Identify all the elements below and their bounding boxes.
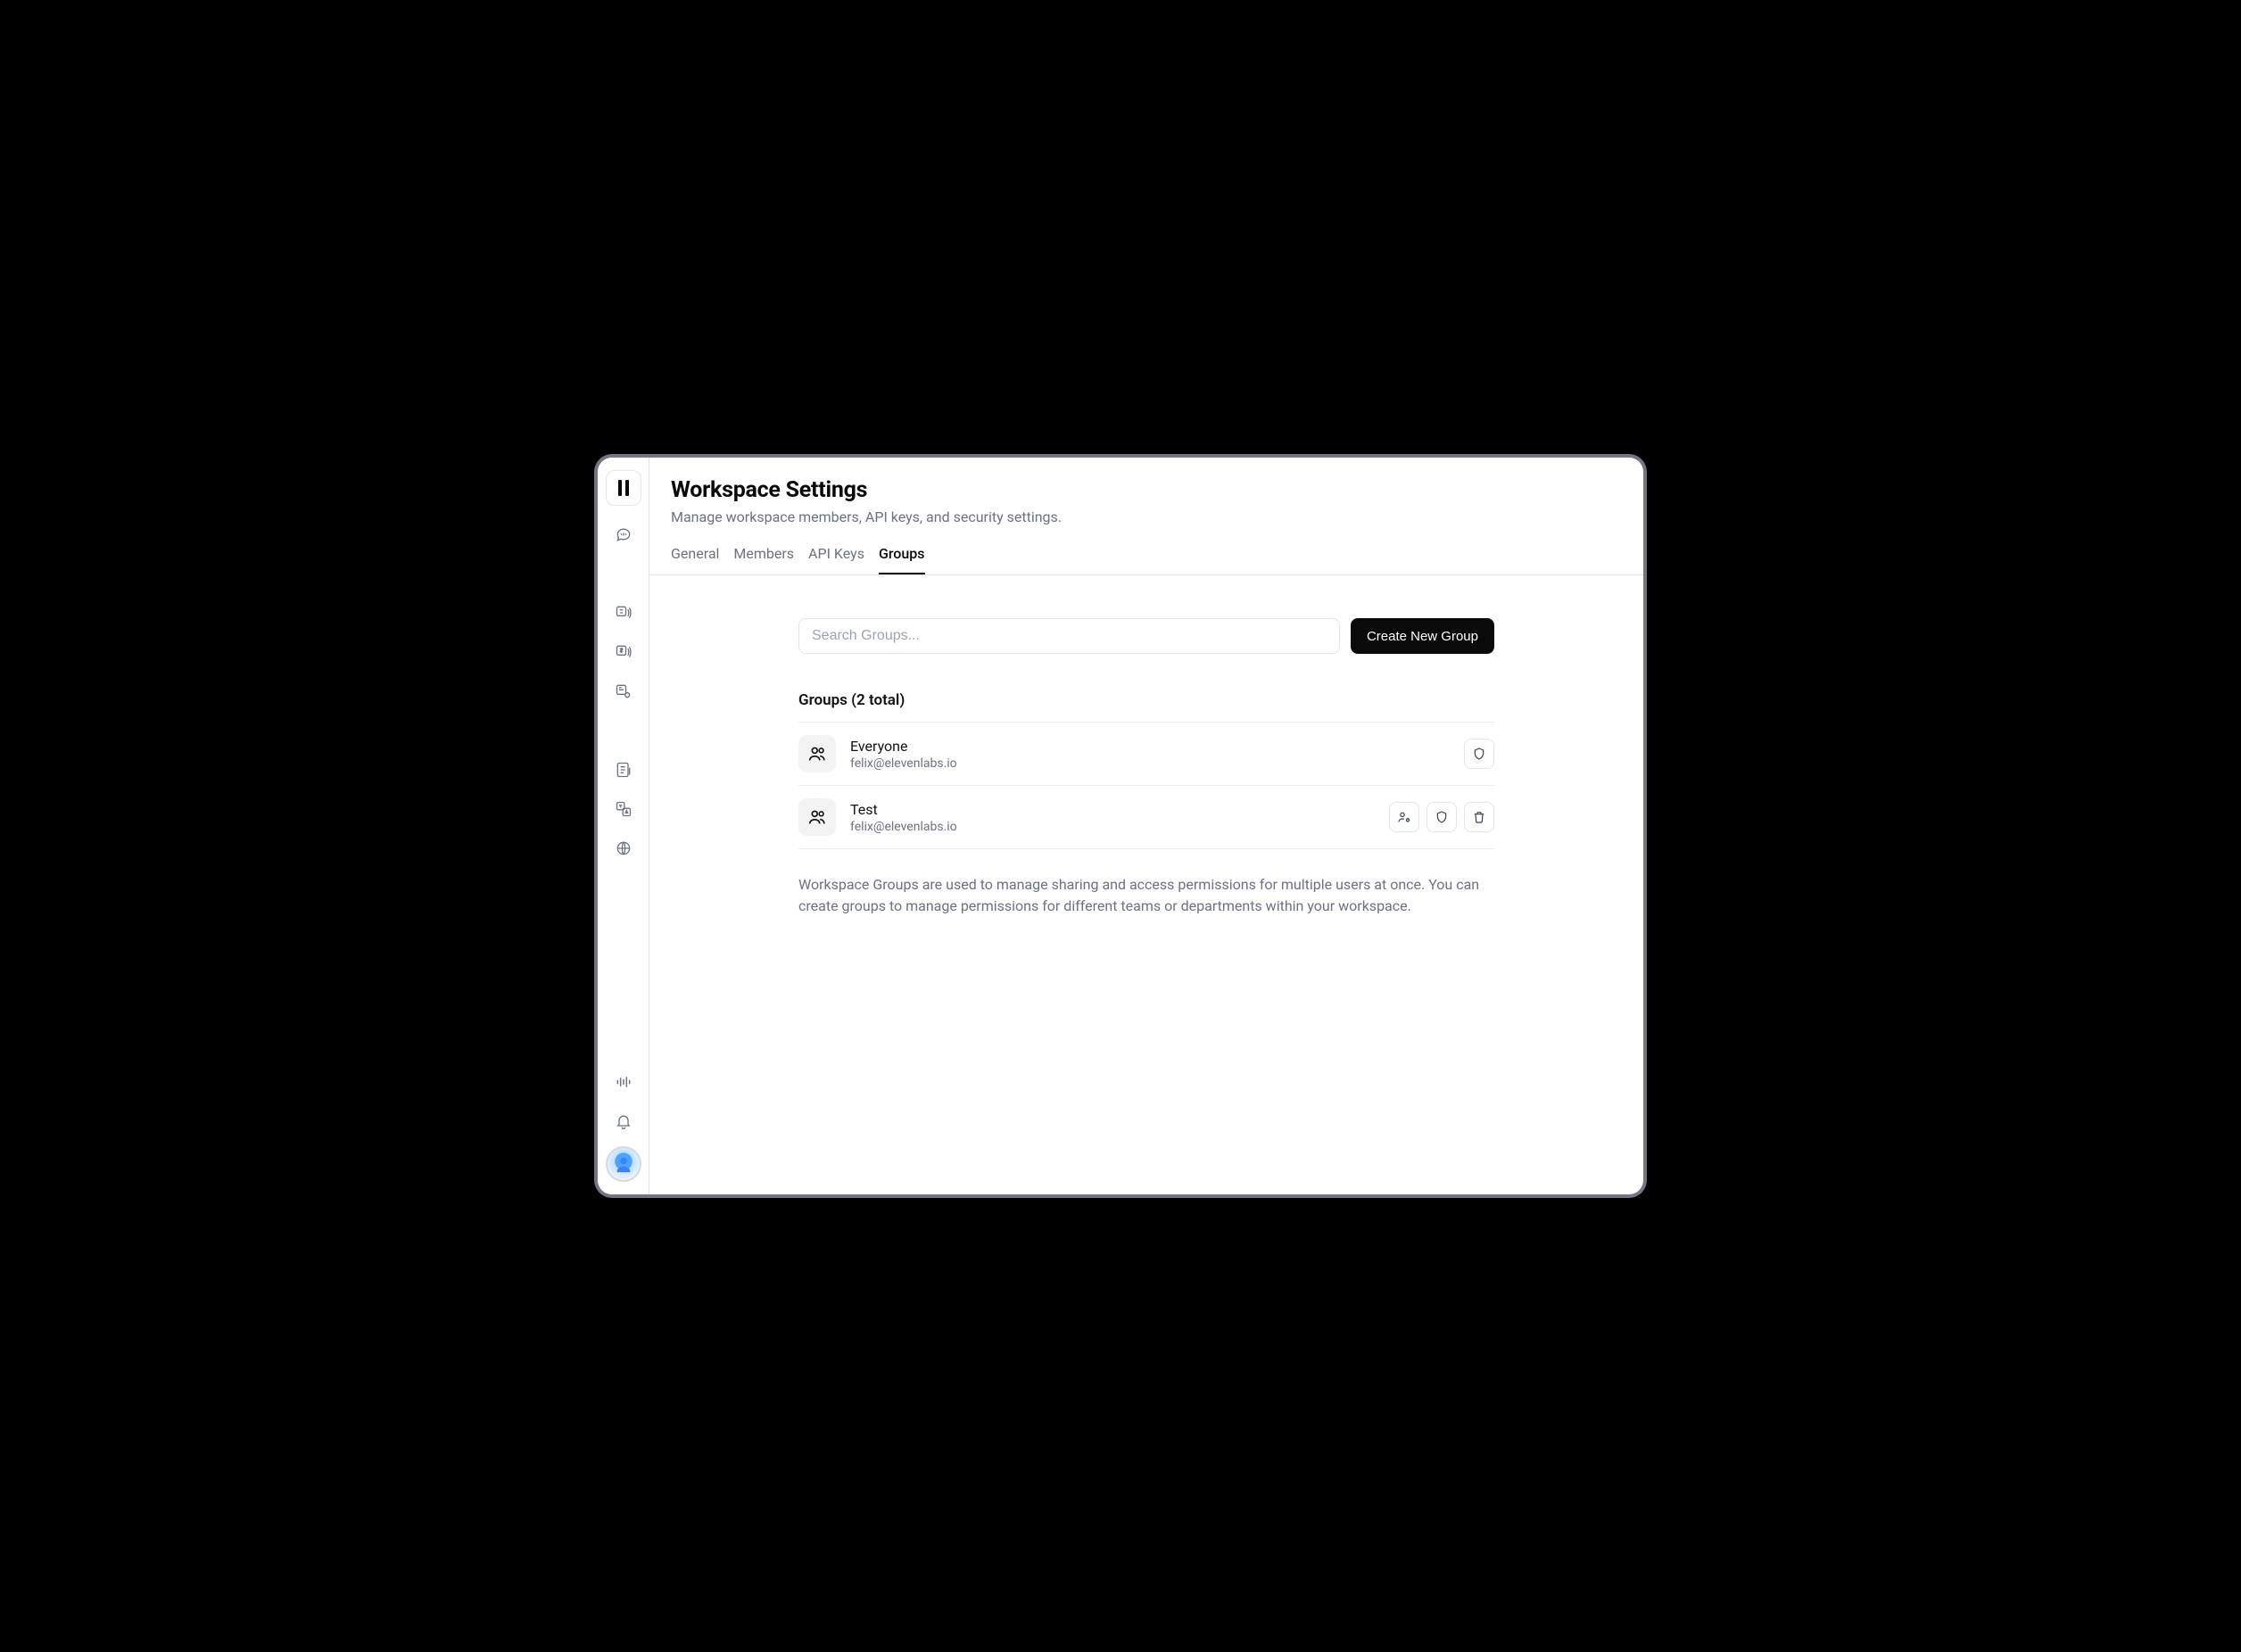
avatar-person-icon bbox=[614, 1154, 633, 1174]
content: Create New Group Groups (2 total) Everyo… bbox=[649, 575, 1643, 1194]
waveform-icon bbox=[615, 1073, 633, 1091]
manage-members-button[interactable] bbox=[1389, 802, 1419, 832]
group-info: Test felix@elevenlabs.io bbox=[850, 801, 1375, 834]
user-avatar[interactable] bbox=[606, 1146, 641, 1182]
dollar-sound-icon bbox=[615, 643, 633, 661]
group-owner: felix@elevenlabs.io bbox=[850, 820, 1375, 834]
users-icon bbox=[807, 807, 827, 827]
sidebar-item-doc[interactable] bbox=[606, 752, 641, 788]
search-input[interactable] bbox=[798, 618, 1340, 654]
translate-icon bbox=[615, 800, 633, 818]
project-gear-icon bbox=[615, 682, 633, 700]
group-name: Test bbox=[850, 801, 1375, 818]
group-actions bbox=[1464, 739, 1494, 769]
main: Workspace Settings Manage workspace memb… bbox=[649, 458, 1643, 1194]
sidebar-item-translate[interactable] bbox=[606, 791, 641, 827]
shield-icon bbox=[1435, 810, 1449, 824]
tabs: General Members API Keys Groups bbox=[671, 545, 1622, 574]
groups-heading: Groups (2 total) bbox=[798, 691, 1494, 723]
trash-icon bbox=[1472, 810, 1486, 824]
tab-groups[interactable]: Groups bbox=[879, 545, 925, 574]
user-gear-icon bbox=[1397, 810, 1411, 824]
sidebar-item-notifications[interactable] bbox=[606, 1103, 641, 1139]
page-subtitle: Manage workspace members, API keys, and … bbox=[671, 508, 1622, 525]
tab-members[interactable]: Members bbox=[733, 545, 794, 574]
tab-general[interactable]: General bbox=[671, 545, 719, 574]
sidebar bbox=[598, 458, 649, 1194]
speech-bubble-icon bbox=[615, 525, 633, 543]
content-inner: Create New Group Groups (2 total) Everyo… bbox=[798, 618, 1494, 1152]
shield-icon bbox=[1472, 747, 1486, 761]
create-group-button[interactable]: Create New Group bbox=[1351, 618, 1494, 654]
group-info: Everyone felix@elevenlabs.io bbox=[850, 738, 1450, 771]
users-icon bbox=[807, 744, 827, 764]
group-actions bbox=[1389, 802, 1494, 832]
header: Workspace Settings Manage workspace memb… bbox=[649, 458, 1643, 575]
globe-icon bbox=[615, 839, 633, 857]
groups-note: Workspace Groups are used to manage shar… bbox=[798, 874, 1494, 917]
logo-bars-icon bbox=[617, 480, 630, 496]
sidebar-item-tts[interactable] bbox=[606, 595, 641, 631]
group-locked-button[interactable] bbox=[1464, 739, 1494, 769]
logo-button[interactable] bbox=[606, 470, 641, 506]
text-sound-icon bbox=[615, 604, 633, 622]
sidebar-item-sts[interactable] bbox=[606, 634, 641, 670]
delete-group-button[interactable] bbox=[1464, 802, 1494, 832]
group-row: Test felix@elevenlabs.io bbox=[798, 786, 1494, 849]
group-permissions-button[interactable] bbox=[1426, 802, 1457, 832]
tab-api-keys[interactable]: API Keys bbox=[808, 545, 864, 574]
group-row: Everyone felix@elevenlabs.io bbox=[798, 723, 1494, 786]
sidebar-item-voice[interactable] bbox=[606, 516, 641, 552]
app-window: Workspace Settings Manage workspace memb… bbox=[598, 458, 1643, 1194]
document-lines-icon bbox=[615, 761, 633, 779]
group-avatar bbox=[798, 735, 836, 772]
sidebar-item-globe[interactable] bbox=[606, 830, 641, 866]
group-avatar bbox=[798, 798, 836, 836]
group-owner: felix@elevenlabs.io bbox=[850, 756, 1450, 771]
page-title: Workspace Settings bbox=[671, 477, 1622, 503]
group-name: Everyone bbox=[850, 738, 1450, 755]
sidebar-item-settings-project[interactable] bbox=[606, 673, 641, 709]
bell-icon bbox=[615, 1112, 633, 1130]
sidebar-item-activity[interactable] bbox=[606, 1064, 641, 1100]
search-row: Create New Group bbox=[798, 618, 1494, 654]
